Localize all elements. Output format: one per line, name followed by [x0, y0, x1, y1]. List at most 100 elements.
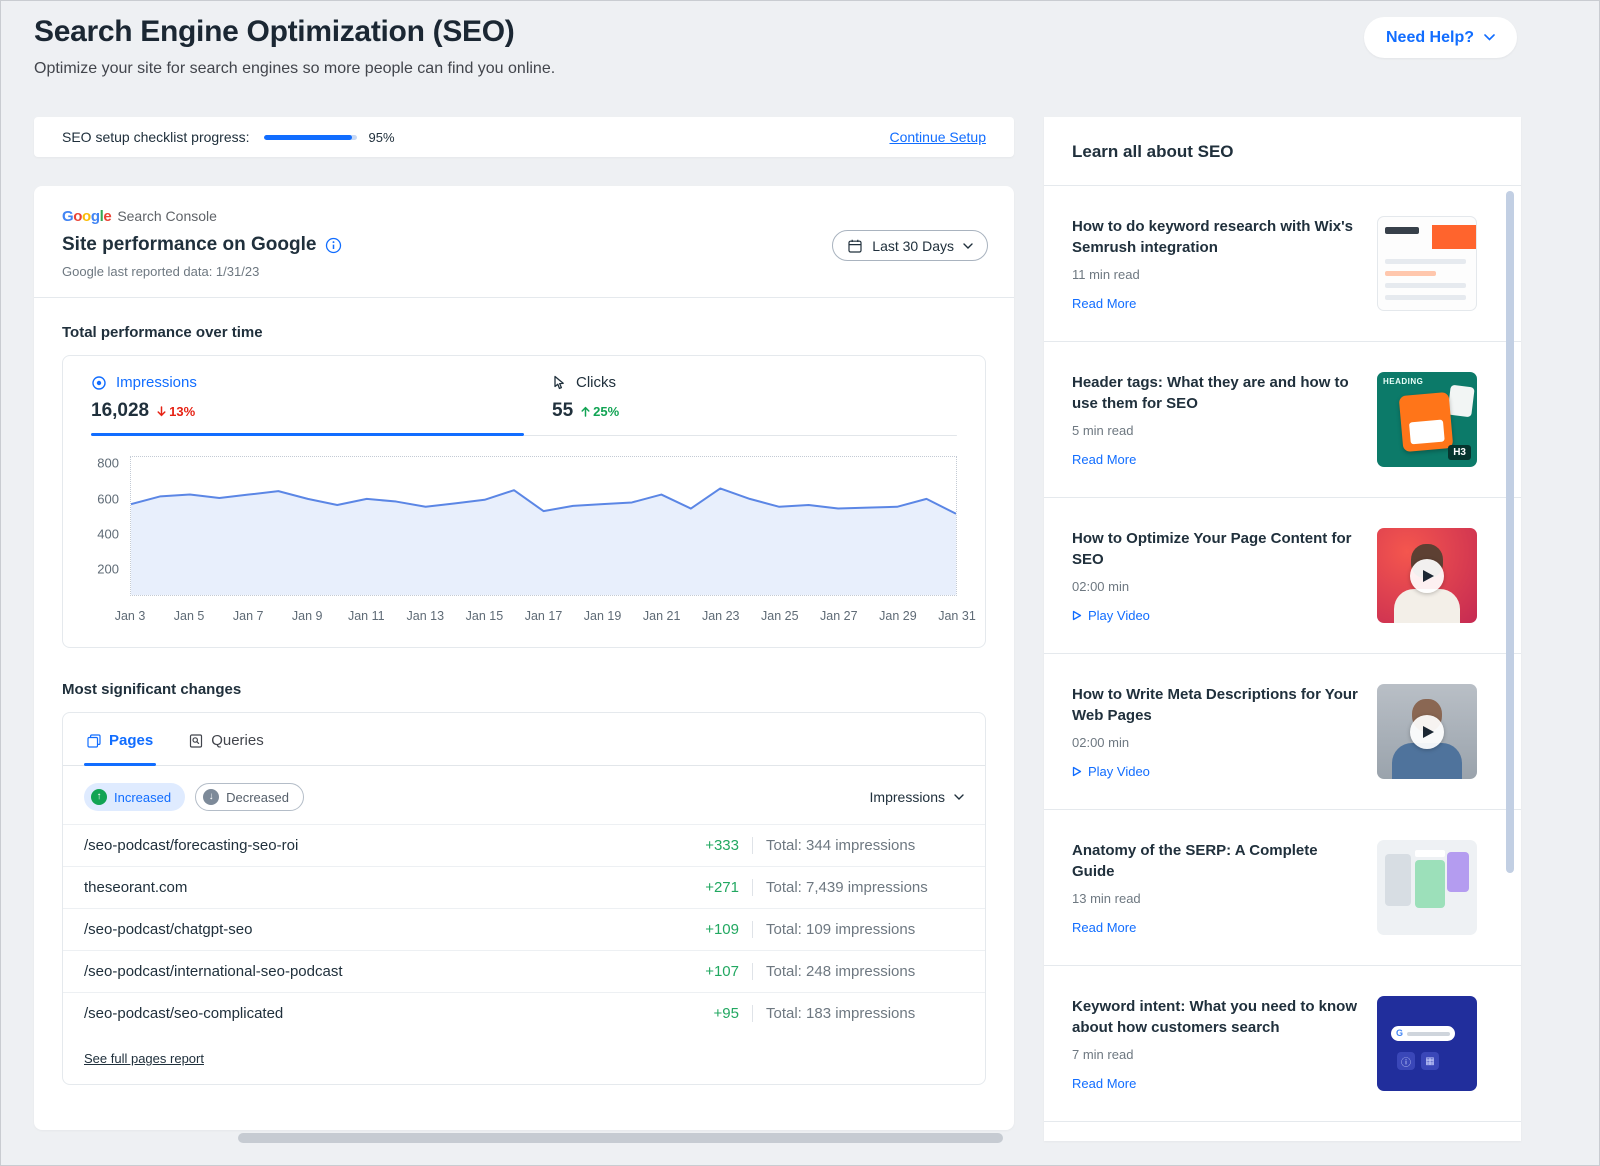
article-title: How to do keyword research with Wix's Se… [1072, 216, 1359, 259]
read-more-link[interactable]: Read More [1072, 920, 1359, 935]
page-title: Search Engine Optimization (SEO) [34, 15, 555, 49]
need-help-button[interactable]: Need Help? [1364, 17, 1517, 58]
chart-plot-area [130, 456, 957, 596]
thumbnail-art [1415, 850, 1445, 857]
continue-setup-link[interactable]: Continue Setup [889, 129, 986, 145]
table-row: /seo-podcast/forecasting-seo-roi +333Tot… [63, 824, 985, 866]
thumbnail-art [1385, 259, 1466, 264]
chevron-down-icon [963, 243, 973, 249]
play-video-link[interactable]: Play Video [1072, 764, 1359, 779]
date-range-button[interactable]: Last 30 Days [832, 230, 988, 261]
horizontal-scrollbar[interactable] [238, 1133, 1003, 1143]
thumbnail-art [1385, 283, 1466, 288]
row-total: Total: 344 impressions [752, 837, 964, 854]
thumbnail-art [1394, 589, 1460, 623]
console-header: Google Search Console Site performance o… [34, 186, 1014, 297]
vertical-scrollbar[interactable] [1506, 191, 1514, 873]
x-tick-label: Jan 25 [761, 609, 799, 623]
performance-chart: 800600400200 Jan 3 Jan 5 Jan 7 Jan 9 Jan 11 J… [63, 436, 985, 647]
row-total: Total: 7,439 impressions [752, 879, 964, 896]
article-thumbnail[interactable] [1377, 840, 1477, 935]
google-search-console-logo: Google Search Console [62, 208, 986, 225]
x-tick-label: Jan 23 [702, 609, 740, 623]
x-axis-labels: Jan 3Jan 5Jan 7Jan 9Jan 11Jan 13Jan 15Ja… [130, 609, 957, 631]
x-tick-label: Jan 19 [584, 609, 622, 623]
list-item: Anatomy of the SERP: A Complete Guide 13… [1044, 810, 1521, 966]
progress-label: SEO setup checklist progress: [62, 129, 250, 145]
sort-label: Impressions [870, 789, 945, 805]
console-title: Site performance on Google [62, 234, 316, 256]
clicks-label: Clicks [576, 374, 616, 391]
thumbnail-art [1447, 852, 1469, 892]
thumbnail-heading-label: HEADING [1383, 377, 1423, 386]
changes-tabs: Pages Queries [63, 713, 985, 766]
x-tick-label: Jan 27 [820, 609, 858, 623]
google-logo: Google [62, 208, 111, 225]
cursor-click-icon [552, 375, 567, 391]
impressions-metric-tab[interactable]: Impressions 16,028 13% [63, 356, 524, 436]
tab-pages[interactable]: Pages [84, 713, 156, 765]
decrease-circle-icon: ↓ [203, 789, 219, 805]
y-axis-labels: 800600400200 [63, 456, 130, 596]
metric-tabs: Impressions 16,028 13% [63, 356, 985, 436]
x-tick-label: Jan 3 [115, 609, 146, 623]
article-thumbnail[interactable]: G ⓘ ▦ [1377, 996, 1477, 1091]
filter-chip-increased[interactable]: ↑ Increased [84, 783, 185, 811]
page-header: Search Engine Optimization (SEO) Optimiz… [34, 15, 555, 78]
progress-fill [264, 135, 352, 140]
thumbnail-art [1385, 295, 1466, 300]
table-row: /seo-podcast/chatgpt-seo +109Total: 109 … [63, 908, 985, 950]
x-tick-label: Jan 15 [466, 609, 504, 623]
tab-queries[interactable]: Queries [186, 713, 267, 765]
need-help-label: Need Help? [1386, 29, 1474, 47]
read-more-link[interactable]: Read More [1072, 1076, 1359, 1091]
play-icon [1072, 610, 1082, 621]
row-delta: +333 [687, 837, 739, 854]
x-tick-label: Jan 11 [348, 609, 385, 623]
see-full-pages-report-link[interactable]: See full pages report [84, 1051, 204, 1066]
impressions-delta: 13% [157, 404, 195, 419]
x-tick-label: Jan 29 [879, 609, 917, 623]
active-tab-underline [91, 433, 524, 436]
video-thumbnail[interactable] [1377, 684, 1477, 779]
article-title: Header tags: What they are and how to us… [1072, 372, 1359, 415]
clicks-metric-tab[interactable]: Clicks 55 25% [524, 356, 985, 436]
row-total: Total: 248 impressions [752, 963, 964, 980]
row-page-path: /seo-podcast/seo-complicated [84, 1005, 283, 1022]
chip-decreased-label: Decreased [226, 790, 289, 805]
y-tick-label: 400 [97, 526, 119, 541]
read-more-link[interactable]: Read More [1072, 452, 1359, 467]
x-tick-label: Jan 13 [407, 609, 445, 623]
thumbnail-h3-badge: H3 [1448, 445, 1471, 460]
article-thumbnail[interactable]: HEADING H3 [1377, 372, 1477, 467]
row-total: Total: 183 impressions [752, 1005, 964, 1022]
row-page-path: /seo-podcast/international-seo-podcast [84, 963, 343, 980]
impressions-chart-svg [131, 457, 956, 595]
chevron-down-icon [1484, 34, 1495, 41]
calendar-icon [847, 238, 863, 254]
row-delta: +95 [687, 1005, 739, 1022]
info-icon[interactable] [325, 237, 342, 254]
filter-chip-decreased[interactable]: ↓ Decreased [195, 783, 304, 811]
read-more-link[interactable]: Read More [1072, 296, 1359, 311]
arrow-down-icon [157, 406, 166, 417]
table-row: /seo-podcast/international-seo-podcast +… [63, 950, 985, 992]
video-thumbnail[interactable] [1377, 528, 1477, 623]
table-row: /seo-podcast/seo-complicated +95 Total: 1… [63, 992, 985, 1034]
thumbnail-art [1385, 854, 1411, 906]
learn-panel: Learn all about SEO How to do keyword re… [1044, 117, 1521, 1141]
x-tick-label: Jan 31 [938, 609, 976, 623]
x-tick-label: Jan 7 [233, 609, 264, 623]
sort-by-impressions-dropdown[interactable]: Impressions [870, 789, 964, 805]
play-video-link[interactable]: Play Video [1072, 608, 1359, 623]
impressions-value: 16,028 [91, 400, 149, 422]
x-tick-label: Jan 9 [292, 609, 323, 623]
y-tick-label: 800 [97, 456, 119, 471]
article-thumbnail[interactable] [1377, 216, 1477, 311]
pages-icon [87, 734, 101, 748]
impressions-icon [91, 375, 107, 391]
arrow-up-icon [581, 406, 590, 417]
row-delta: +107 [687, 963, 739, 980]
thumbnail-art: G [1391, 1026, 1455, 1041]
x-tick-label: Jan 5 [174, 609, 205, 623]
